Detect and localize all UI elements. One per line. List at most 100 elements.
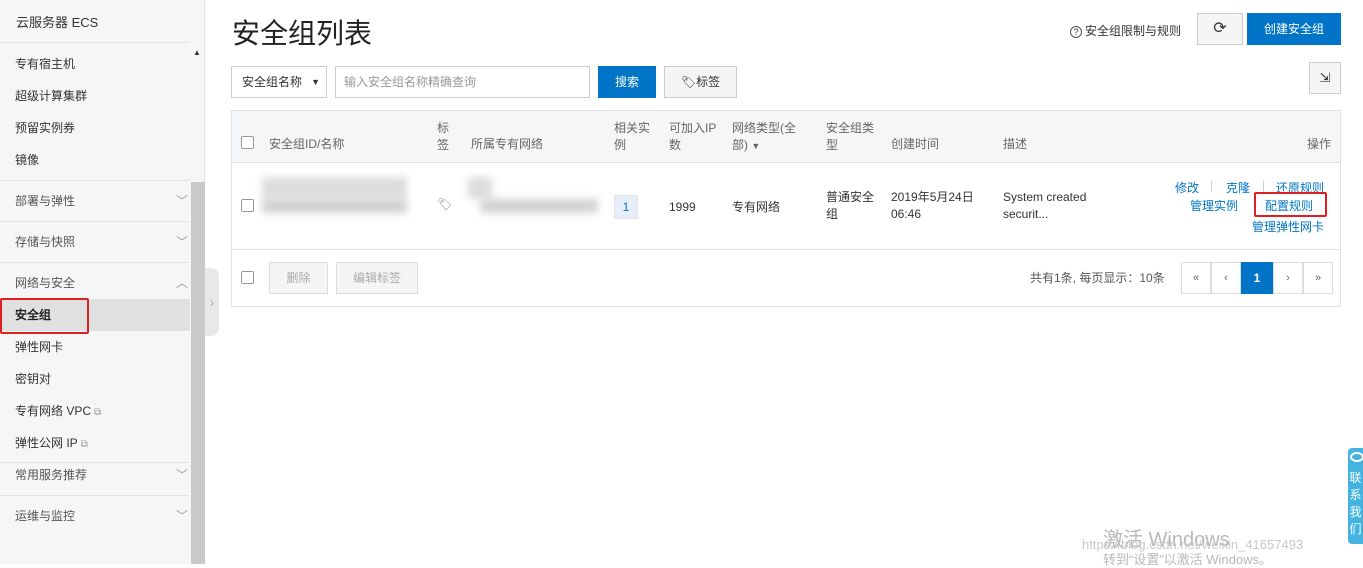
col-network-type[interactable]: 部) ▼ <box>732 137 760 155</box>
col-related-instances: 例 <box>614 138 627 152</box>
chevron-down-icon: ﹀ <box>175 235 188 249</box>
description: System created <box>1003 190 1087 204</box>
clone-link[interactable]: 克隆 <box>1226 179 1250 196</box>
select-all-checkbox[interactable] <box>241 136 254 149</box>
tag-icon: 🏷 <box>680 75 697 89</box>
col-related-instances: 相关实 <box>614 121 651 135</box>
related-instances-badge[interactable]: 1 <box>614 195 638 219</box>
sidebar-group-network[interactable]: 网络与安全 ︿ <box>0 267 190 299</box>
col-network-type[interactable]: 网络类型(全 <box>732 120 796 137</box>
created-time: 06:46 <box>891 207 922 221</box>
table-footer: 删除 编辑标签 共有1条, 每页显示：10条 « ‹ 1 › » <box>232 250 1340 306</box>
sidebar-item-keypair[interactable]: 密钥对 <box>0 363 190 395</box>
chevron-down-icon: ﹀ <box>175 509 188 523</box>
divider <box>0 221 190 222</box>
sg-type: 组 <box>826 207 839 221</box>
page-first-button[interactable]: « <box>1181 262 1211 294</box>
sidebar-group-ops[interactable]: 运维与监控 ﹀ <box>0 500 190 532</box>
sidebar-group-storage[interactable]: 存储与快照 ﹀ <box>0 226 190 258</box>
sidebar-group-deploy[interactable]: 部署与弹性 ﹀ <box>0 185 190 217</box>
create-security-group-button[interactable]: 创建安全组 <box>1247 13 1341 45</box>
vpc-name-redacted <box>480 199 598 213</box>
headset-icon <box>1350 452 1363 462</box>
vpc-id-redacted[interactable] <box>468 177 492 199</box>
sidebar-item-vpc[interactable]: 专有网络 VPC ⧉ <box>0 395 190 427</box>
row-checkbox[interactable] <box>241 199 254 212</box>
sidebar-collapse-handle[interactable]: › <box>205 268 219 336</box>
sidebar-item-eni[interactable]: 弹性网卡 <box>0 331 190 363</box>
security-group-table: 安全组ID/名称 标 签 所属专有网络 相关实 例 可加入IP 数 网络类型(全… <box>231 110 1341 307</box>
col-sg-type: 安全组类 <box>826 121 875 135</box>
col-id-name: 安全组ID/名称 <box>269 137 345 151</box>
sidebar-item-dedicated-host[interactable]: 专有宿主机 <box>0 48 190 80</box>
col-vpc: 所属专有网络 <box>471 137 544 151</box>
page-title: 安全组列表 <box>232 18 373 49</box>
windows-activation-subtitle: 转到“设置”以激活 Windows。 <box>1103 552 1273 567</box>
external-link-icon: ⧉ <box>94 407 102 418</box>
delete-button[interactable]: 删除 <box>269 262 328 294</box>
refresh-button[interactable]: ⟳ <box>1197 13 1243 45</box>
search-field-select[interactable]: 安全组名称 ▼ <box>231 66 327 98</box>
tag-icon[interactable]: 🏷 <box>437 197 452 211</box>
highlight-box <box>1254 192 1327 217</box>
col-description: 描述 <box>1003 137 1028 151</box>
page-current-button[interactable]: 1 <box>1241 262 1273 294</box>
tag-filter-button[interactable]: 🏷标签 <box>664 66 737 98</box>
network-type: 专有网络 <box>732 200 781 214</box>
divider: | <box>1262 178 1266 192</box>
export-icon: ⇲ <box>1319 70 1331 85</box>
available-ip-count: 1999 <box>669 200 696 214</box>
page-prev-button[interactable]: ‹ <box>1211 262 1241 294</box>
footer-select-all-checkbox[interactable] <box>241 271 254 284</box>
search-button[interactable]: 搜索 <box>598 66 656 98</box>
manage-eni-link[interactable]: 管理弹性网卡 <box>1252 218 1324 235</box>
sidebar-item-images[interactable]: 镜像 <box>0 144 190 176</box>
sidebar-group-services[interactable]: 常用服务推荐 ﹀ <box>0 459 190 491</box>
external-link-icon: ⧉ <box>80 439 88 450</box>
sidebar-item-eip[interactable]: 弹性公网 IP ⧉ <box>0 427 190 459</box>
highlight-box <box>0 298 89 334</box>
edit-tags-button[interactable]: 编辑标签 <box>336 262 418 294</box>
modify-link[interactable]: 修改 <box>1175 179 1199 196</box>
scroll-up-icon[interactable]: ▲ <box>193 48 201 57</box>
divider <box>0 42 190 43</box>
sidebar-item-super-computing[interactable]: 超级计算集群 <box>0 80 190 112</box>
col-created-time: 创建时间 <box>891 137 940 151</box>
manage-instances-link[interactable]: 管理实例 <box>1190 197 1238 214</box>
divider <box>0 262 190 263</box>
col-tag: 签 <box>437 138 450 152</box>
sidebar-item-reserved-instances[interactable]: 预留实例券 <box>0 112 190 144</box>
caret-down-icon: ▼ <box>751 141 761 151</box>
chevron-down-icon: ﹀ <box>175 468 188 482</box>
sidebar-scrollbar[interactable] <box>191 182 205 564</box>
caret-down-icon: ▼ <box>311 77 320 87</box>
page-next-button[interactable]: › <box>1273 262 1303 294</box>
col-operations: 操作 <box>1307 137 1332 151</box>
sidebar-title: 云服务器 ECS <box>16 15 99 30</box>
divider: | <box>1210 178 1214 192</box>
description: securit... <box>1003 207 1049 221</box>
sg-name-redacted <box>262 199 407 213</box>
col-available-ip: 可加入IP <box>669 121 717 135</box>
pagination-summary: 共有1条, 每页显示：10条 <box>1030 271 1165 285</box>
table-row: 🏷 1 1999 专有网络 普通安全 组 2019年5月24日 06:46 Sy… <box>232 163 1340 250</box>
col-available-ip: 数 <box>669 138 682 152</box>
table-header: 安全组ID/名称 标 签 所属专有网络 相关实 例 可加入IP 数 网络类型(全… <box>232 111 1340 163</box>
col-sg-type: 型 <box>826 138 839 152</box>
sidebar: 云服务器 ECS ▲ 专有宿主机 超级计算集群 预留实例券 镜像 部署与弹性 ﹀… <box>0 0 205 564</box>
sg-type: 普通安全 <box>826 190 875 204</box>
divider <box>0 495 190 496</box>
col-tag: 标 <box>437 121 450 135</box>
sg-limits-help-link[interactable]: ? 安全组限制与规则 <box>1070 22 1181 39</box>
page-last-button[interactable]: » <box>1303 262 1333 294</box>
chevron-right-icon: › <box>209 294 215 310</box>
help-icon: ? <box>1070 26 1082 38</box>
created-time: 2019年5月24日 <box>891 190 974 204</box>
sg-id-redacted[interactable] <box>262 177 407 199</box>
contact-us-widget[interactable]: 联系我们 <box>1348 448 1363 544</box>
search-input[interactable] <box>335 66 590 98</box>
chevron-down-icon: ﹀ <box>175 194 188 208</box>
divider <box>0 180 190 181</box>
export-button[interactable]: ⇲ <box>1309 62 1341 94</box>
refresh-icon: ⟳ <box>1213 20 1227 37</box>
